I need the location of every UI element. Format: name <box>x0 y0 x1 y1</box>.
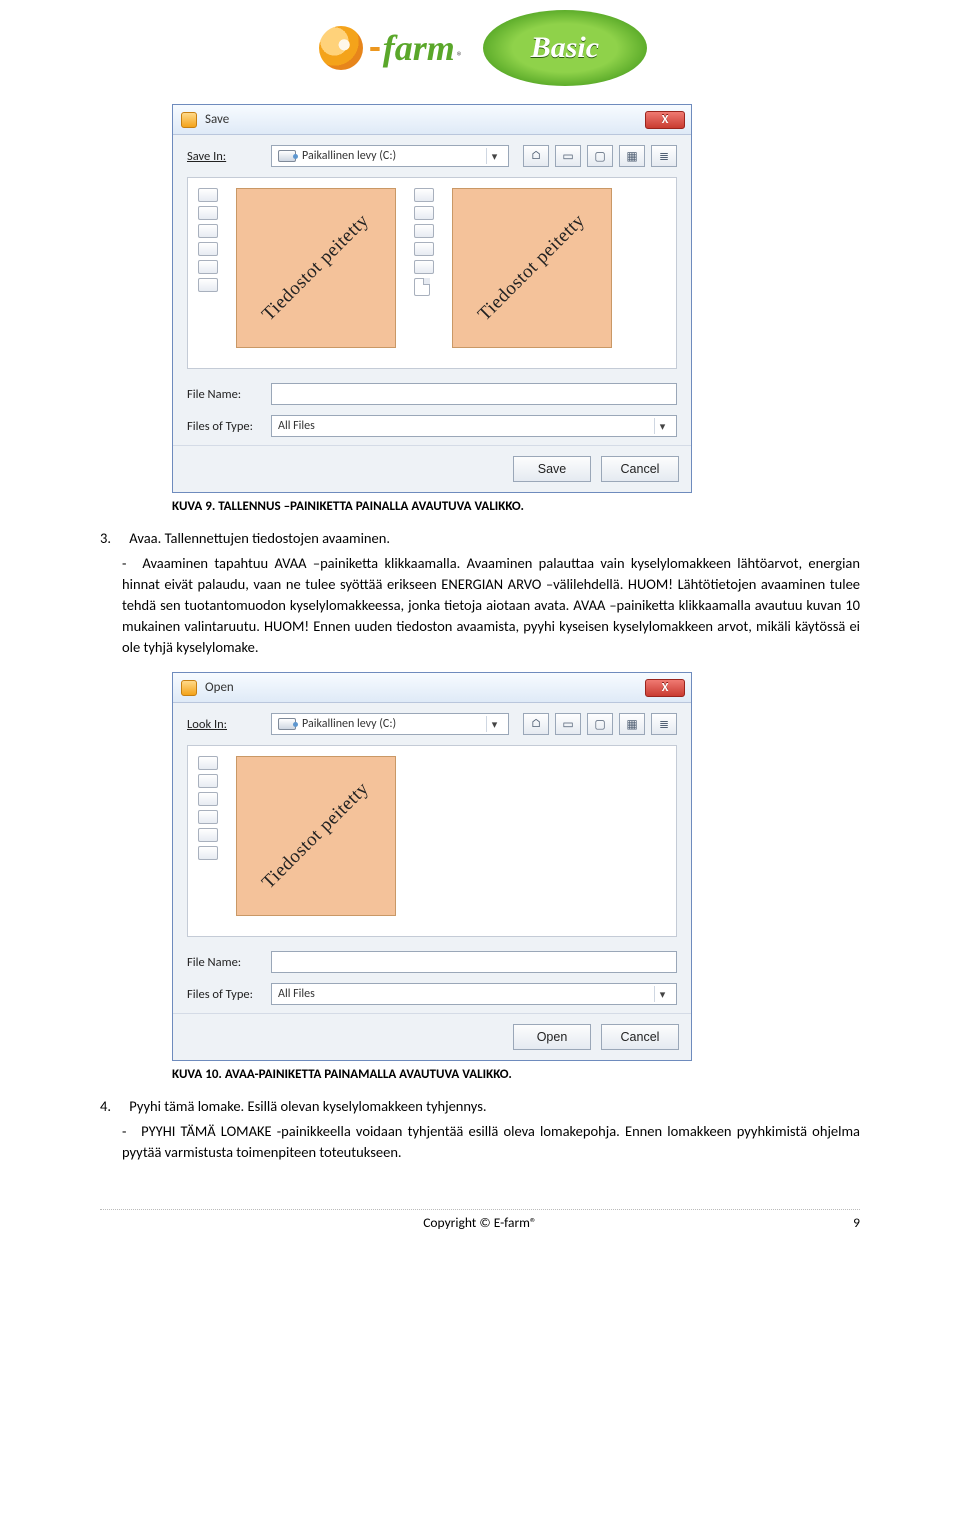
save-in-label: Save In: <box>187 149 261 164</box>
save-cover-text-2: Tiedostot peitetty <box>474 210 590 326</box>
efarm-name: farm <box>383 27 455 69</box>
save-drive-label: Paikallinen levy (C:) <box>302 149 396 163</box>
step4-body: PYYHI TÄMÄ LOMAKE -painikkeella voidaan … <box>122 1122 860 1161</box>
filename-label: File Name: <box>187 387 261 402</box>
new-folder-button[interactable]: ▢ <box>587 145 613 167</box>
basic-logo: Basic <box>483 10 647 86</box>
close-button[interactable]: X <box>645 111 685 129</box>
open-button[interactable]: Open <box>513 1024 591 1050</box>
folder-icon[interactable] <box>414 224 434 238</box>
folder-icon[interactable] <box>198 846 218 860</box>
open-titlebar: Open X <box>173 673 691 703</box>
folder-icon[interactable] <box>414 242 434 256</box>
page-number: 9 <box>853 1214 860 1231</box>
folder-icon[interactable] <box>198 756 218 770</box>
save-titlebar: Save X <box>173 105 691 135</box>
open-location-select[interactable]: Paikallinen levy (C:) ▾ <box>271 713 509 735</box>
folder-icon[interactable] <box>198 774 218 788</box>
document-icon[interactable] <box>414 278 430 296</box>
folder-icon[interactable] <box>198 242 218 256</box>
efarm-logo: - farm ® <box>313 10 469 86</box>
open-filter-select[interactable]: All Files ▾ <box>271 983 677 1005</box>
save-location-select[interactable]: Paikallinen levy (C:) ▾ <box>271 145 509 167</box>
chevron-down-icon: ▾ <box>486 716 502 732</box>
step4-title: Pyyhi tämä lomake. Esillä olevan kyselyl… <box>129 1097 486 1115</box>
close-button[interactable]: X <box>645 679 685 697</box>
step3-body: Avaaminen tapahtuu AVAA –painiketta klik… <box>122 554 860 656</box>
save-dialog: Save X Save In: Paikallinen levy (C:) ▾ … <box>172 104 692 493</box>
home-button[interactable]: ⌂ <box>523 713 549 735</box>
folder-icon[interactable] <box>198 206 218 220</box>
cancel-button[interactable]: Cancel <box>601 1024 679 1050</box>
header-logos: - farm ® Basic <box>100 10 860 86</box>
look-in-label: Look In: <box>187 717 261 732</box>
up-folder-button[interactable]: ▭ <box>555 713 581 735</box>
chevron-down-icon: ▾ <box>654 418 670 434</box>
open-titlebar-icon <box>181 680 197 696</box>
open-cover-text: Tiedostot peitetty <box>258 778 374 894</box>
drive-icon <box>278 718 296 730</box>
save-mid-column <box>414 188 434 358</box>
open-cover: Tiedostot peitetty <box>236 756 396 916</box>
step4: 4. Pyyhi tämä lomake. Esillä olevan kyse… <box>100 1096 860 1163</box>
step3: 3. Avaa. Tallennettujen tiedostojen avaa… <box>100 528 860 658</box>
open-filter-value: All Files <box>278 987 315 1001</box>
chevron-down-icon: ▾ <box>486 148 502 164</box>
new-folder-button[interactable]: ▢ <box>587 713 613 735</box>
open-file-area[interactable]: Tiedostot peitetty <box>187 745 677 937</box>
save-button[interactable]: Save <box>513 456 591 482</box>
cancel-button[interactable]: Cancel <box>601 456 679 482</box>
folder-icon[interactable] <box>198 188 218 202</box>
open-filename-label: File Name: <box>187 955 261 970</box>
folder-icon[interactable] <box>198 828 218 842</box>
save-cover-2: Tiedostot peitetty <box>452 188 612 348</box>
step4-number: 4. <box>100 1096 126 1117</box>
figure9-caption: KUVA 9. TALLENNUS –PAINIKETTA PAINALLA A… <box>172 499 860 514</box>
folder-icon[interactable] <box>198 224 218 238</box>
folder-icon[interactable] <box>414 206 434 220</box>
home-button[interactable]: ⌂ <box>523 145 549 167</box>
open-left-column <box>198 756 218 926</box>
save-cover-1: Tiedostot peitetty <box>236 188 396 348</box>
open-dialog: Open X Look In: Paikallinen levy (C:) ▾ … <box>172 672 692 1061</box>
folder-icon[interactable] <box>198 792 218 806</box>
efarm-dash: - <box>369 29 381 67</box>
save-title: Save <box>205 112 229 127</box>
open-filter-label: Files of Type: <box>187 987 261 1002</box>
view-grid-button[interactable]: ▦ <box>619 145 645 167</box>
filter-select[interactable]: All Files ▾ <box>271 415 677 437</box>
folder-icon[interactable] <box>198 278 218 292</box>
copyright-text: Copyright © E-farm® <box>423 1214 537 1231</box>
filter-label: Files of Type: <box>187 419 261 434</box>
folder-icon[interactable] <box>198 810 218 824</box>
open-title: Open <box>205 680 234 695</box>
folder-icon[interactable] <box>198 260 218 274</box>
save-titlebar-icon <box>181 112 197 128</box>
basic-logo-text: Basic <box>483 10 647 86</box>
dash-icon: - <box>122 553 136 574</box>
step3-title: Avaa. Tallennettujen tiedostojen avaamin… <box>129 529 390 547</box>
dash-icon: - <box>122 1121 136 1142</box>
chevron-down-icon: ▾ <box>654 986 670 1002</box>
filename-input[interactable] <box>271 383 677 405</box>
save-left-column <box>198 188 218 358</box>
save-file-area[interactable]: Tiedostot peitetty Tiedostot peitetty <box>187 177 677 369</box>
up-folder-button[interactable]: ▭ <box>555 145 581 167</box>
save-cover-text-1: Tiedostot peitetty <box>258 210 374 326</box>
folder-icon[interactable] <box>414 188 434 202</box>
view-grid-button[interactable]: ▦ <box>619 713 645 735</box>
efarm-swirl-icon <box>319 26 363 70</box>
view-list-button[interactable]: ≣ <box>651 713 677 735</box>
page-footer: Copyright © E-farm® 9 <box>100 1209 860 1231</box>
view-list-button[interactable]: ≣ <box>651 145 677 167</box>
open-drive-label: Paikallinen levy (C:) <box>302 717 396 731</box>
efarm-registered: ® <box>457 50 463 64</box>
folder-icon[interactable] <box>414 260 434 274</box>
open-filename-input[interactable] <box>271 951 677 973</box>
drive-icon <box>278 150 296 162</box>
step3-number: 3. <box>100 528 126 549</box>
figure10-caption: KUVA 10. AVAA-PAINIKETTA PAINAMALLA AVAU… <box>172 1067 860 1082</box>
filter-value: All Files <box>278 419 315 433</box>
